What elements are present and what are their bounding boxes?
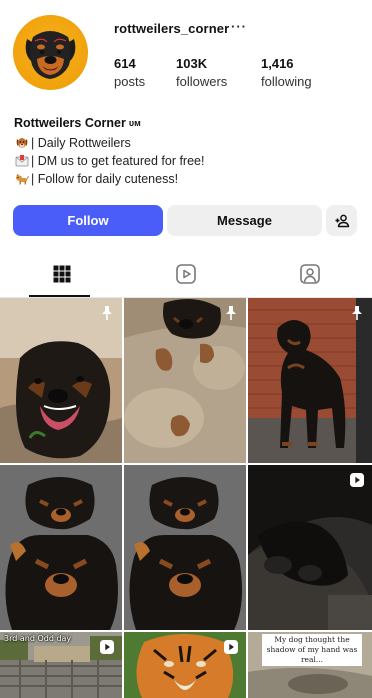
envelope-icon <box>14 154 29 168</box>
display-name-text: Rottweilers Corner <box>14 116 126 130</box>
suggest-users-button[interactable] <box>326 205 357 236</box>
tab-posts[interactable] <box>0 250 124 298</box>
reel-icon <box>100 640 114 654</box>
post-thumbnail <box>124 465 246 630</box>
bio-line: | Follow for daily cuteness! <box>14 170 359 187</box>
bio-line-text: | Follow for daily cuteness! <box>31 171 179 186</box>
pinned-icon <box>352 306 362 320</box>
grid-post[interactable] <box>124 465 246 630</box>
more-options-icon[interactable]: ··· <box>231 19 247 34</box>
bio-line-text: | DM us to get featured for free! <box>31 153 205 168</box>
posts-grid: 3rd and Odd day My dog thought the shado… <box>0 298 372 698</box>
reels-icon <box>176 264 196 284</box>
followers-label: followers <box>176 74 228 89</box>
profile-tabs <box>0 250 372 298</box>
avatar[interactable] <box>13 15 88 90</box>
post-caption: 3rd and Odd day <box>4 634 72 643</box>
pinned-icon <box>226 306 236 320</box>
display-name-tag: ᴜᴍ <box>128 118 141 128</box>
profile-header: rottweilers_corner ··· 614 posts 103K fo… <box>0 0 372 110</box>
post-thumbnail <box>0 298 122 463</box>
profile-bio: Rottweilers Corner ᴜᴍ | Daily Rottweiler… <box>14 113 359 187</box>
rottweiler-logo-icon <box>25 31 76 79</box>
grid-post[interactable] <box>248 298 372 463</box>
grid-post[interactable]: 3rd and Odd day <box>0 632 122 698</box>
bio-line: | DM us to get featured for free! <box>14 152 359 169</box>
tagged-icon <box>300 264 320 284</box>
following-stat[interactable]: 1,416 following <box>261 56 312 89</box>
posts-label: posts <box>114 74 146 89</box>
tab-tagged[interactable] <box>248 250 372 298</box>
post-caption: My dog thought the shadow of my hand was… <box>262 634 362 666</box>
post-thumbnail <box>0 465 122 630</box>
grid-post[interactable] <box>124 632 246 698</box>
follow-button[interactable]: Follow <box>13 205 163 236</box>
reel-icon <box>350 473 364 487</box>
bio-line-text: | Daily Rottweilers <box>31 135 131 150</box>
dog-icon <box>14 172 29 186</box>
add-user-icon <box>335 214 349 227</box>
grid-post[interactable]: My dog thought the shadow of my hand was… <box>248 632 372 698</box>
message-button[interactable]: Message <box>167 205 322 236</box>
post-thumbnail <box>248 465 372 630</box>
grid-post[interactable] <box>248 465 372 630</box>
grid-post[interactable] <box>0 465 122 630</box>
followers-count: 103K <box>176 56 208 71</box>
grid-post[interactable] <box>0 298 122 463</box>
post-thumbnail <box>248 298 372 463</box>
grid-icon <box>53 265 71 283</box>
following-count: 1,416 <box>261 56 294 71</box>
dog-face-icon <box>14 136 29 150</box>
bio-line: | Daily Rottweilers <box>14 134 359 151</box>
tab-reels[interactable] <box>124 250 248 298</box>
post-thumbnail <box>124 298 246 463</box>
followers-stat[interactable]: 103K followers <box>176 56 227 89</box>
display-name: Rottweilers Corner ᴜᴍ <box>14 113 359 133</box>
grid-post[interactable] <box>124 298 246 463</box>
posts-stat: 614 posts <box>114 56 145 89</box>
pinned-icon <box>102 306 112 320</box>
username: rottweilers_corner <box>114 21 230 36</box>
following-label: following <box>261 74 312 89</box>
posts-count: 614 <box>114 56 136 71</box>
reel-icon <box>224 640 238 654</box>
